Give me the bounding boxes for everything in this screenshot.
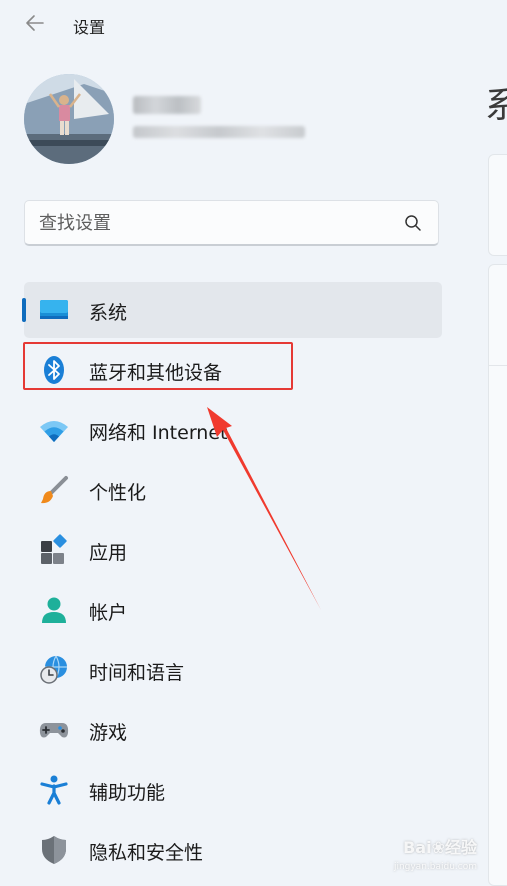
back-button[interactable] — [22, 10, 48, 36]
sidebar-item-apps[interactable]: 应用 — [24, 522, 442, 578]
sidebar-item-label: 游戏 — [89, 722, 128, 744]
page-title: 系 — [485, 85, 507, 126]
sidebar-item-time-language[interactable]: 时间和语言 — [24, 642, 442, 698]
sidebar-item-label: 个性化 — [89, 482, 147, 504]
sidebar-item-label: 应用 — [89, 542, 128, 564]
search-box[interactable] — [24, 200, 439, 246]
sidebar-item-label: 辅助功能 — [89, 782, 166, 804]
divider — [488, 365, 507, 366]
globe-clock-icon — [40, 655, 67, 684]
avatar[interactable] — [24, 74, 114, 164]
sidebar-item-privacy-security[interactable]: 隐私和安全性 — [24, 822, 442, 878]
apps-icon — [41, 534, 67, 564]
search-input[interactable] — [39, 211, 379, 235]
gamepad-icon — [39, 723, 69, 738]
sidebar-item-network[interactable]: 网络和 Internet — [24, 402, 442, 458]
watermark-url: jingyan.baidu.com — [393, 862, 477, 872]
sidebar-item-personalization[interactable]: 个性化 — [24, 462, 442, 518]
sidebar-item-label: 系统 — [89, 302, 128, 324]
selection-indicator — [22, 298, 26, 322]
window-title: 设置 — [73, 18, 106, 37]
user-name-redacted — [133, 96, 201, 114]
sidebar-item-label: 时间和语言 — [89, 662, 185, 684]
back-arrow-icon — [26, 15, 44, 31]
sidebar-item-gaming[interactable]: 游戏 — [24, 702, 442, 758]
sidebar-item-label: 网络和 Internet — [89, 422, 228, 444]
sidebar-item-label: 帐户 — [89, 602, 128, 624]
content-panel — [488, 264, 507, 886]
content-panel — [488, 154, 507, 256]
watermark: Bai❀经验 — [403, 838, 477, 857]
sidebar-item-label: 隐私和安全性 — [89, 842, 204, 864]
accessibility-icon — [40, 775, 68, 805]
paintbrush-icon — [41, 476, 68, 504]
account-icon — [42, 597, 66, 623]
sidebar-item-accounts[interactable]: 帐户 — [24, 582, 442, 638]
wifi-icon — [40, 421, 68, 442]
shield-icon — [42, 836, 66, 864]
user-email-redacted — [133, 126, 305, 138]
monitor-icon — [40, 300, 68, 319]
sidebar-item-accessibility[interactable]: 辅助功能 — [24, 762, 442, 818]
highlight-box-annotation — [23, 342, 293, 390]
title-bar: 设置 — [0, 0, 507, 46]
sidebar-item-system[interactable]: 系统 — [22, 282, 442, 338]
search-icon[interactable] — [404, 214, 422, 232]
